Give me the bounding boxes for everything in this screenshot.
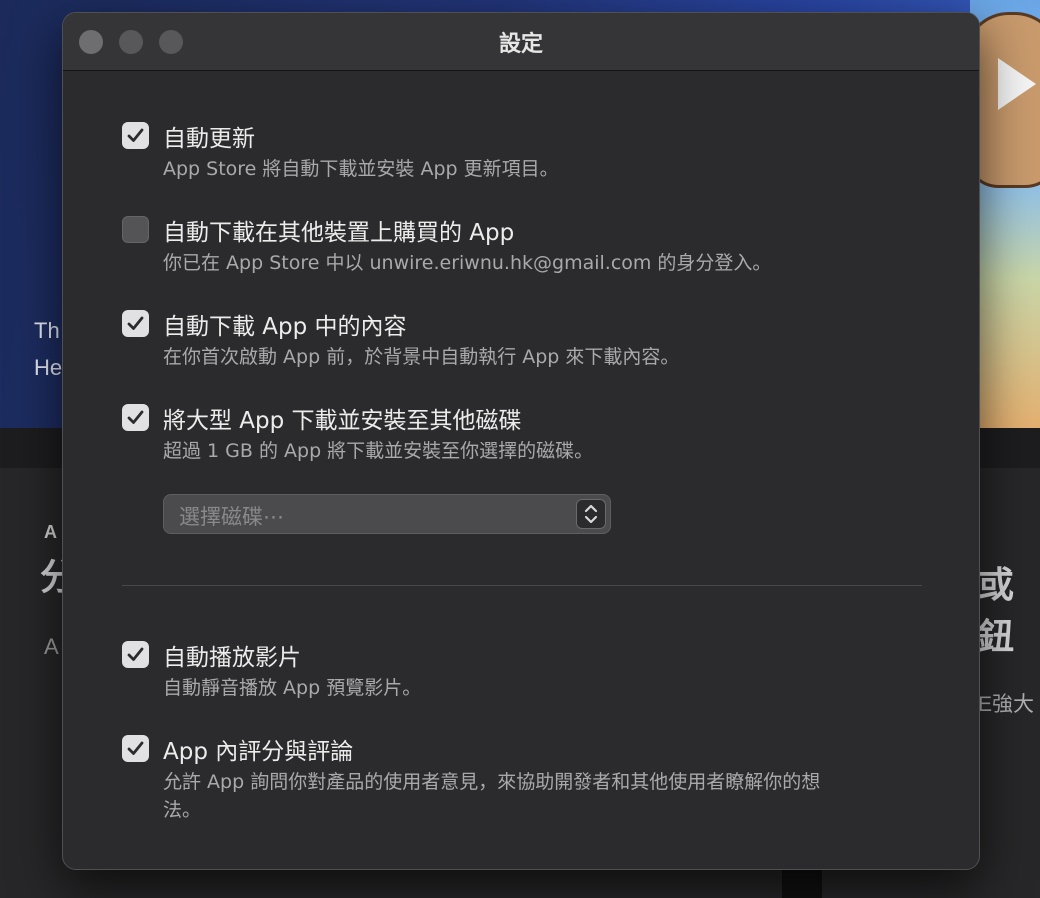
background-block bbox=[782, 868, 822, 898]
background-text: E強大 bbox=[978, 693, 1035, 716]
checkmark-icon bbox=[127, 316, 144, 330]
background-label: A bbox=[44, 634, 59, 659]
titlebar: 設定 bbox=[63, 13, 979, 71]
large-app-other-disk-checkbox[interactable] bbox=[122, 404, 149, 431]
option-description: App Store 將自動下載並安裝 App 更新項目。 bbox=[163, 158, 559, 180]
checkmark-icon bbox=[127, 410, 144, 424]
disk-select-placeholder: 選擇磁碟⋯ bbox=[179, 505, 284, 529]
checkmark-icon bbox=[127, 647, 144, 661]
window-title: 設定 bbox=[498, 32, 543, 57]
auto-download-content-checkbox[interactable] bbox=[122, 310, 149, 337]
option-description: 你已在 App Store 中以 unwire.eriwnu.hk@gmail.… bbox=[163, 252, 772, 274]
option-description: 在你首次啟動 App 前，於背景中自動執行 App 來下載內容。 bbox=[163, 346, 680, 368]
background-heading: 或鈕 bbox=[978, 564, 1015, 657]
autoplay-video-checkbox[interactable] bbox=[122, 641, 149, 668]
option-title: 自動播放影片 bbox=[163, 645, 301, 671]
background-hero-text: Th bbox=[34, 318, 60, 343]
background-artwork bbox=[964, 0, 1040, 428]
in-app-ratings-checkbox[interactable] bbox=[122, 735, 149, 762]
settings-window: 設定 自動更新 App Store 將自動下載並安裝 App 更新項目。 自動下… bbox=[62, 12, 980, 870]
checkmark-icon bbox=[127, 128, 144, 142]
section-divider bbox=[122, 585, 922, 586]
option-title: 自動下載在其他裝置上購買的 App bbox=[163, 220, 515, 246]
option-title: 將大型 App 下載並安裝至其他磁碟 bbox=[163, 408, 522, 434]
auto-download-purchases-checkbox[interactable] bbox=[122, 216, 149, 243]
option-title: 自動下載 App 中的內容 bbox=[163, 314, 407, 340]
auto-update-checkbox[interactable] bbox=[122, 122, 149, 149]
option-description: 允許 App 詢問你對產品的使用者意見，來協助開發者和其他使用者瞭解你的想法。 bbox=[163, 771, 821, 821]
background-hero-text: He bbox=[34, 355, 63, 380]
checkmark-icon bbox=[127, 741, 144, 755]
play-icon[interactable] bbox=[998, 58, 1036, 110]
option-title: 自動更新 bbox=[163, 126, 255, 152]
option-title: App 內評分與評論 bbox=[163, 739, 354, 765]
background-label: A bbox=[44, 522, 57, 542]
disk-select[interactable]: 選擇磁碟⋯ bbox=[163, 494, 611, 534]
option-description: 超過 1 GB 的 App 將下載並安裝至你選擇的磁碟。 bbox=[163, 440, 594, 462]
option-description: 自動靜音播放 App 預覽影片。 bbox=[163, 677, 422, 699]
chevron-up-down-icon bbox=[576, 499, 606, 529]
